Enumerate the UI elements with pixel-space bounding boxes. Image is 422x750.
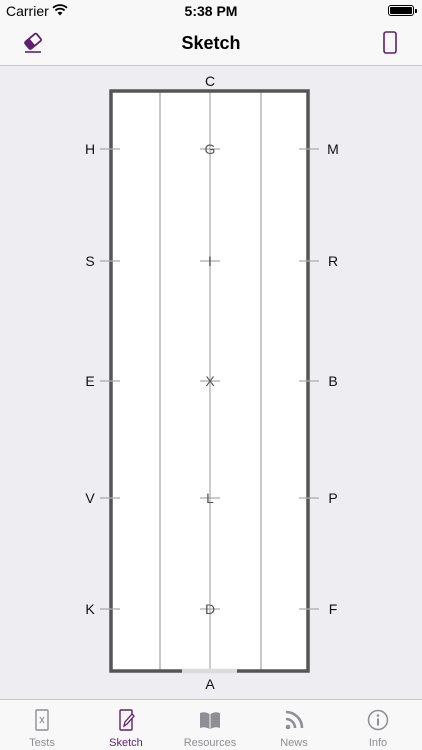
tab-resources[interactable]: Resources bbox=[168, 700, 252, 750]
marker-left: V bbox=[85, 490, 95, 506]
tab-label: Info bbox=[368, 737, 388, 749]
arena-canvas[interactable]: C A H S E V K G I X L D M R B P F bbox=[0, 67, 422, 699]
marker-left: E bbox=[85, 373, 95, 389]
tab-info[interactable]: Info bbox=[336, 700, 420, 750]
tab-label: Sketch bbox=[109, 737, 143, 749]
marker-right: B bbox=[328, 373, 338, 389]
battery-icon bbox=[388, 5, 417, 16]
status-bar: Carrier 5:38 PM bbox=[0, 0, 422, 22]
tab-news[interactable]: News bbox=[252, 700, 336, 750]
status-time: 5:38 PM bbox=[184, 3, 238, 19]
rss-icon bbox=[285, 710, 304, 730]
test-sheet-icon bbox=[35, 709, 49, 731]
book-icon bbox=[200, 712, 220, 729]
tab-tests[interactable]: Tests bbox=[0, 700, 84, 750]
marker-top: C bbox=[204, 73, 216, 89]
tab-label: News bbox=[280, 737, 308, 749]
tab-sketch[interactable]: Sketch bbox=[84, 700, 168, 750]
page-title: Sketch bbox=[181, 33, 241, 53]
marker-left: K bbox=[85, 601, 95, 617]
marker-center: L bbox=[206, 490, 214, 506]
marker-center: X bbox=[205, 373, 215, 389]
tab-bar: Tests Sketch Resources News Info bbox=[0, 699, 422, 750]
orientation-button[interactable] bbox=[378, 28, 402, 58]
marker-left: S bbox=[85, 253, 95, 269]
info-icon bbox=[367, 709, 389, 731]
marker-right: P bbox=[328, 490, 338, 506]
marker-center: D bbox=[204, 601, 216, 617]
marker-center: G bbox=[204, 141, 216, 157]
tab-label: Tests bbox=[29, 737, 55, 749]
marker-left: H bbox=[84, 141, 96, 157]
marker-right: F bbox=[328, 601, 338, 617]
marker-center: I bbox=[208, 253, 212, 269]
marker-bottom: A bbox=[205, 676, 215, 692]
phone-outline-icon bbox=[383, 31, 397, 54]
marker-right: R bbox=[327, 253, 339, 269]
marker-right: M bbox=[327, 141, 339, 157]
sketch-pencil-icon bbox=[119, 709, 135, 731]
nav-bar: Sketch bbox=[0, 22, 422, 66]
tab-label: Resources bbox=[183, 737, 237, 749]
